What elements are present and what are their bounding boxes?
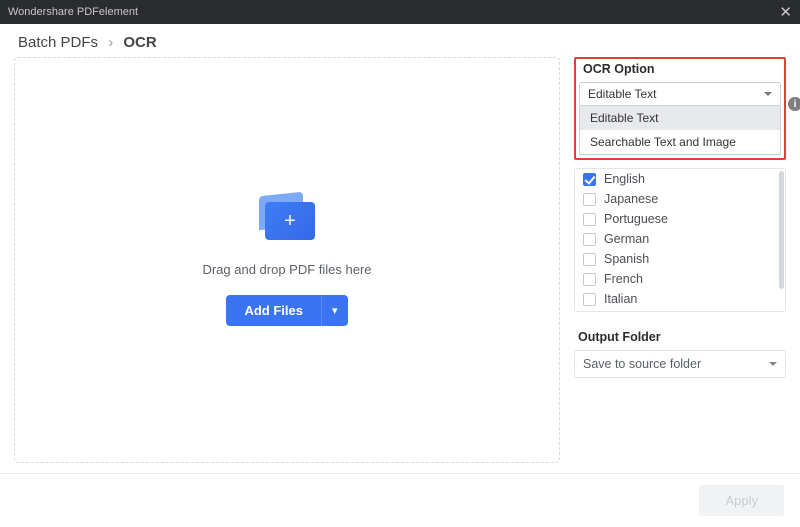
ocr-option-highlight: OCR Option Editable Text Editable Text S… bbox=[574, 57, 786, 160]
language-list: English Japanese Portuguese German Spani… bbox=[574, 168, 786, 312]
language-item-french[interactable]: French bbox=[575, 269, 785, 289]
output-folder-select[interactable]: Save to source folder bbox=[574, 350, 786, 378]
output-folder-selected-value: Save to source folder bbox=[583, 357, 701, 371]
add-folder-icon: + bbox=[257, 194, 317, 240]
ocr-option-select[interactable]: Editable Text bbox=[579, 82, 781, 106]
breadcrumb-parent[interactable]: Batch PDFs bbox=[18, 34, 98, 51]
language-checkbox[interactable] bbox=[583, 253, 596, 266]
chevron-down-icon: ▾ bbox=[332, 305, 338, 317]
info-icon[interactable]: i bbox=[788, 97, 800, 111]
language-label: English bbox=[604, 172, 645, 186]
language-label: Italian bbox=[604, 292, 637, 306]
language-checkbox[interactable] bbox=[583, 193, 596, 206]
language-label: German bbox=[604, 232, 649, 246]
language-item-portuguese[interactable]: Portuguese bbox=[575, 209, 785, 229]
ocr-options-panel: OCR Option Editable Text Editable Text S… bbox=[574, 57, 786, 463]
ocr-option-item-editable[interactable]: Editable Text bbox=[580, 106, 780, 130]
language-item-spanish[interactable]: Spanish bbox=[575, 249, 785, 269]
language-item-chinese-traditional[interactable]: Chinese Traditional bbox=[575, 309, 785, 311]
language-checkbox[interactable] bbox=[583, 173, 596, 186]
language-item-italian[interactable]: Italian bbox=[575, 289, 785, 309]
app-title: Wondershare PDFelement bbox=[8, 6, 138, 18]
footer: Apply bbox=[0, 473, 800, 527]
language-label: French bbox=[604, 272, 643, 286]
output-folder-section: Output Folder Save to source folder bbox=[574, 330, 786, 378]
language-item-japanese[interactable]: Japanese bbox=[575, 189, 785, 209]
dropzone-hint: Drag and drop PDF files here bbox=[202, 262, 371, 277]
language-checkbox[interactable] bbox=[583, 293, 596, 306]
language-label: Portuguese bbox=[604, 212, 668, 226]
close-icon[interactable]: ✕ bbox=[779, 5, 792, 20]
language-label: Spanish bbox=[604, 252, 649, 266]
breadcrumb: Batch PDFs › OCR bbox=[0, 24, 800, 57]
language-item-german[interactable]: German bbox=[575, 229, 785, 249]
add-files-more-button[interactable]: ▾ bbox=[321, 295, 348, 326]
language-checkbox[interactable] bbox=[583, 233, 596, 246]
file-dropzone[interactable]: + Drag and drop PDF files here Add Files… bbox=[14, 57, 560, 463]
titlebar: Wondershare PDFelement ✕ bbox=[0, 0, 800, 24]
language-checkbox[interactable] bbox=[583, 273, 596, 286]
language-label: Japanese bbox=[604, 192, 658, 206]
language-scrollbar[interactable] bbox=[779, 171, 784, 289]
ocr-option-dropdown-menu: Editable Text Searchable Text and Image bbox=[579, 106, 781, 155]
ocr-option-label: OCR Option bbox=[579, 62, 781, 76]
add-files-button[interactable]: Add Files bbox=[226, 295, 321, 326]
apply-button[interactable]: Apply bbox=[699, 485, 784, 516]
language-checkbox[interactable] bbox=[583, 213, 596, 226]
ocr-option-selected-value: Editable Text bbox=[588, 87, 657, 101]
language-item-english[interactable]: English bbox=[575, 169, 785, 189]
output-folder-label: Output Folder bbox=[574, 330, 786, 344]
chevron-right-icon: › bbox=[108, 34, 113, 51]
breadcrumb-current: OCR bbox=[123, 34, 156, 51]
ocr-option-item-searchable[interactable]: Searchable Text and Image bbox=[580, 130, 780, 154]
